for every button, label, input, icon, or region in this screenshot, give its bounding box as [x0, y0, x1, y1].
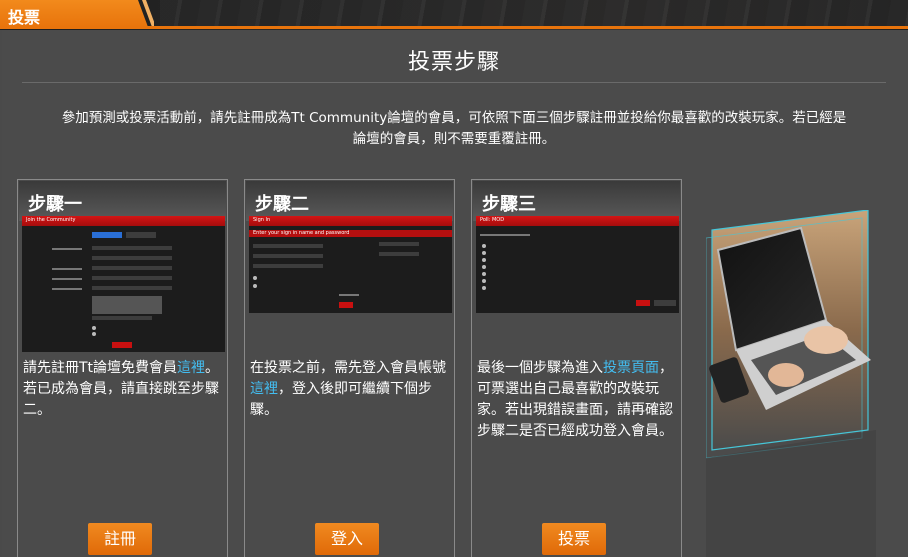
step-3-description: 最後一個步驟為進入投票頁面，可票選出自己最喜歡的改裝玩家。若出現錯誤畫面，請再確…	[477, 358, 677, 442]
register-link[interactable]: 這裡	[177, 360, 205, 376]
screenshot-header: Poll: MOD	[480, 217, 505, 223]
page-title: 投票步驟	[407, 50, 500, 75]
laptop-photo	[706, 210, 876, 557]
step-1-description: 請先註冊Tt論壇免費會員這裡。若已成為會員，請直接跳至步驟二。	[23, 358, 223, 421]
step-2-description: 在投票之前，需先登入會員帳號這裡，登入後即可繼續下個步驟。	[250, 358, 450, 421]
title-divider	[22, 82, 886, 83]
step-card-3: 步驟三 Poll: MOD 最後一個步驟為進入投票頁面，可票選出自己最喜歡的改裝…	[471, 179, 682, 557]
step-3-screenshot: Poll: MOD	[476, 216, 679, 313]
screenshot-header: Join the Community	[26, 217, 76, 223]
intro-line-1: 參加預測或投票活動前，請先註冊成為Tt Community論壇的會員，可依照下面…	[61, 110, 847, 126]
step-card-2: 步驟二 Sign In Enter your sign in name and …	[244, 179, 455, 557]
tab-vote-label[interactable]: 投票	[8, 4, 40, 28]
register-button[interactable]: 註冊	[88, 523, 152, 555]
intro-text: 參加預測或投票活動前，請先註冊成為Tt Community論壇的會員，可依照下面…	[20, 108, 888, 150]
header-underline	[0, 26, 908, 29]
step-text: 請先註冊Tt論壇免費會員	[23, 360, 178, 376]
step-title: 步驟一	[28, 194, 82, 215]
vote-page-link[interactable]: 投票頁面	[603, 360, 659, 376]
screenshot-subheader: Enter your sign in name and password	[253, 230, 350, 236]
step-text: ，登入後即可繼續下個步驟。	[250, 381, 432, 418]
login-link[interactable]: 這裡	[250, 381, 278, 397]
intro-line-2: 論壇的會員，則不需要重覆註冊。	[352, 131, 556, 147]
login-button[interactable]: 登入	[315, 523, 379, 555]
vote-button[interactable]: 投票	[542, 523, 606, 555]
step-2-screenshot: Sign In Enter your sign in name and pass…	[249, 216, 452, 313]
step-title: 步驟三	[482, 194, 536, 215]
header-decoration	[160, 0, 908, 26]
step-card-1: 步驟一 Join the Community 請先註冊Tt論壇免費會員這裡。若已…	[17, 179, 228, 557]
screenshot-header: Sign In	[253, 217, 271, 223]
step-text: 最後一個步驟為進入	[477, 360, 603, 376]
step-1-screenshot: Join the Community	[22, 216, 225, 352]
step-title: 步驟二	[255, 194, 309, 215]
step-text: 在投票之前，需先登入會員帳號	[250, 360, 446, 376]
